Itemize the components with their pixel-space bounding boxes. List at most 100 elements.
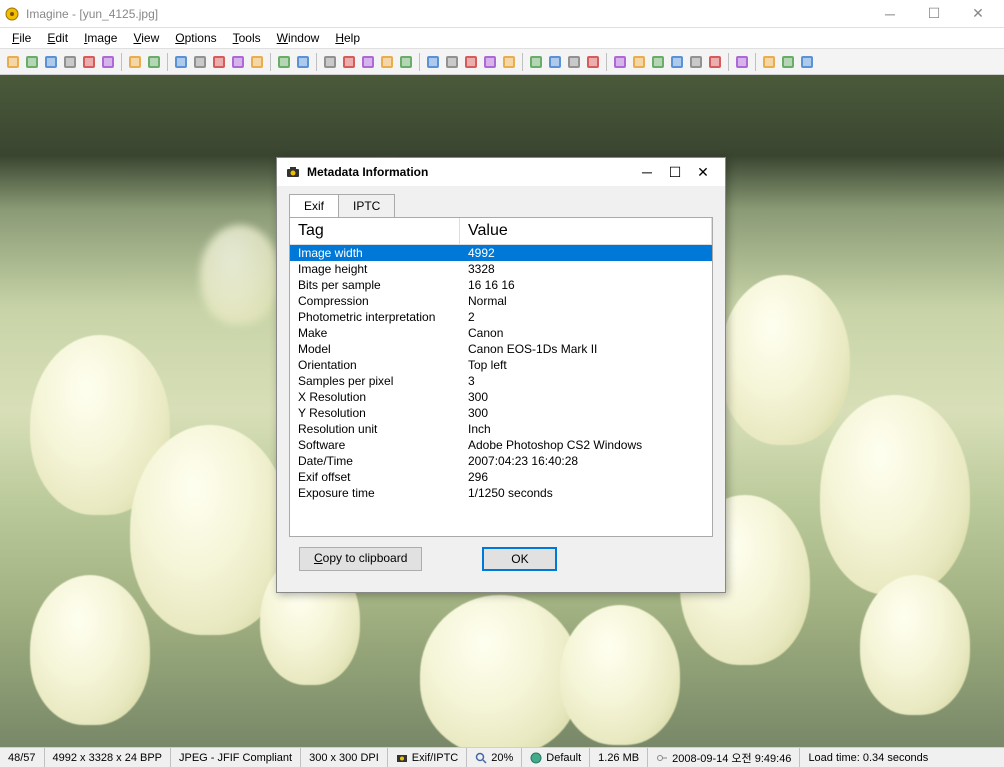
- batch-icon[interactable]: [760, 53, 778, 71]
- copy2-icon[interactable]: [145, 53, 163, 71]
- zoom-in-icon[interactable]: [527, 53, 545, 71]
- cell-value: Normal: [460, 294, 712, 308]
- table-row[interactable]: ModelCanon EOS-1Ds Mark II: [290, 341, 712, 357]
- blank-icon[interactable]: [649, 53, 667, 71]
- column-tag[interactable]: Tag: [290, 218, 460, 244]
- table-row[interactable]: MakeCanon: [290, 325, 712, 341]
- table-row[interactable]: Exif offset296: [290, 469, 712, 485]
- zoom-out-icon[interactable]: [546, 53, 564, 71]
- dialog-titlebar[interactable]: Metadata Information ─ ☐ ✕: [277, 158, 725, 186]
- cell-value: 300: [460, 406, 712, 420]
- resize-icon[interactable]: [462, 53, 480, 71]
- line-icon[interactable]: [500, 53, 518, 71]
- dialog-minimize-button[interactable]: ─: [633, 160, 661, 184]
- toolbar: [0, 49, 1004, 75]
- cut-icon[interactable]: [126, 53, 144, 71]
- palette-icon[interactable]: [378, 53, 396, 71]
- zoom-fit-icon[interactable]: [565, 53, 583, 71]
- colorize-icon[interactable]: [397, 53, 415, 71]
- cell-tag: Date/Time: [290, 454, 460, 468]
- cell-tag: Orientation: [290, 358, 460, 372]
- menu-tools[interactable]: Tools: [225, 29, 269, 47]
- levels-icon[interactable]: [424, 53, 442, 71]
- table-row[interactable]: Date/Time2007:04:23 16:40:28: [290, 453, 712, 469]
- maximize-button[interactable]: ☐: [912, 0, 956, 28]
- copy-icon[interactable]: [42, 53, 60, 71]
- table-rows[interactable]: Image width4992Image height3328Bits per …: [290, 245, 712, 535]
- status-index: 48/57: [0, 748, 45, 767]
- cell-tag: Bits per sample: [290, 278, 460, 292]
- menu-help[interactable]: Help: [327, 29, 368, 47]
- toolbar-separator: [270, 53, 271, 71]
- metadata-table-panel: Tag Value Image width4992Image height332…: [289, 217, 713, 537]
- folder-open-icon[interactable]: [4, 53, 22, 71]
- key-icon: [656, 752, 668, 764]
- help-icon[interactable]: [798, 53, 816, 71]
- undo-icon[interactable]: [191, 53, 209, 71]
- folder-nav-icon[interactable]: [23, 53, 41, 71]
- menu-image[interactable]: Image: [76, 29, 125, 47]
- export-icon[interactable]: [294, 53, 312, 71]
- wallpaper-icon[interactable]: [668, 53, 686, 71]
- dialog-title: Metadata Information: [307, 165, 633, 179]
- picture-icon[interactable]: [275, 53, 293, 71]
- dialog-close-button[interactable]: ✕: [689, 160, 717, 184]
- prev-icon[interactable]: [80, 53, 98, 71]
- play-icon[interactable]: [99, 53, 117, 71]
- table-row[interactable]: Bits per sample16 16 16: [290, 277, 712, 293]
- cell-value: 2: [460, 310, 712, 324]
- edit-icon[interactable]: [687, 53, 705, 71]
- close-button[interactable]: ✕: [956, 0, 1000, 28]
- status-dimensions: 4992 x 3328 x 24 BPP: [45, 748, 171, 767]
- info-icon[interactable]: [229, 53, 247, 71]
- rotate-icon[interactable]: [481, 53, 499, 71]
- fullscreen-icon[interactable]: [611, 53, 629, 71]
- cell-value: Adobe Photoshop CS2 Windows: [460, 438, 712, 452]
- zoom-actual-icon[interactable]: [584, 53, 602, 71]
- ok-button[interactable]: OK: [482, 547, 557, 571]
- print-icon[interactable]: [61, 53, 79, 71]
- table-row[interactable]: Samples per pixel3: [290, 373, 712, 389]
- minimize-button[interactable]: ─: [868, 0, 912, 28]
- dialog-maximize-button[interactable]: ☐: [661, 160, 689, 184]
- rgb-icon[interactable]: [359, 53, 377, 71]
- settings-icon[interactable]: [706, 53, 724, 71]
- copy-clipboard-button[interactable]: Copy to clipboard: [299, 547, 422, 571]
- cell-value: 3328: [460, 262, 712, 276]
- paste-icon[interactable]: [172, 53, 190, 71]
- grayscale-icon[interactable]: [340, 53, 358, 71]
- status-dpi: 300 x 300 DPI: [301, 748, 388, 767]
- table-row[interactable]: Image height3328: [290, 261, 712, 277]
- tab-exif[interactable]: Exif: [289, 194, 339, 217]
- camera-icon[interactable]: [248, 53, 266, 71]
- cell-value: Top left: [460, 358, 712, 372]
- menu-options[interactable]: Options: [167, 29, 224, 47]
- table-row[interactable]: Exposure time1/1250 seconds: [290, 485, 712, 501]
- table-row[interactable]: Image width4992: [290, 245, 712, 261]
- table-row[interactable]: Resolution unitInch: [290, 421, 712, 437]
- import-icon[interactable]: [321, 53, 339, 71]
- redo-icon[interactable]: [210, 53, 228, 71]
- cell-tag: Image width: [290, 246, 460, 260]
- menu-file[interactable]: File: [4, 29, 39, 47]
- menu-window[interactable]: Window: [269, 29, 328, 47]
- table-row[interactable]: Y Resolution300: [290, 405, 712, 421]
- table-row[interactable]: CompressionNormal: [290, 293, 712, 309]
- screenshot-icon[interactable]: [779, 53, 797, 71]
- menu-edit[interactable]: Edit: [39, 29, 76, 47]
- menu-view[interactable]: View: [125, 29, 167, 47]
- cell-tag: X Resolution: [290, 390, 460, 404]
- table-row[interactable]: SoftwareAdobe Photoshop CS2 Windows: [290, 437, 712, 453]
- table-row[interactable]: OrientationTop left: [290, 357, 712, 373]
- column-value[interactable]: Value: [460, 218, 712, 244]
- cell-tag: Resolution unit: [290, 422, 460, 436]
- thumbnail-icon[interactable]: [630, 53, 648, 71]
- tab-iptc[interactable]: IPTC: [338, 194, 395, 217]
- cell-tag: Samples per pixel: [290, 374, 460, 388]
- status-loadtime: Load time: 0.34 seconds: [800, 748, 936, 767]
- plugin-icon[interactable]: [733, 53, 751, 71]
- table-row[interactable]: Photometric interpretation2: [290, 309, 712, 325]
- table-row[interactable]: X Resolution300: [290, 389, 712, 405]
- titlebar: Imagine - [yun_4125.jpg] ─ ☐ ✕: [0, 0, 1004, 28]
- crop-icon[interactable]: [443, 53, 461, 71]
